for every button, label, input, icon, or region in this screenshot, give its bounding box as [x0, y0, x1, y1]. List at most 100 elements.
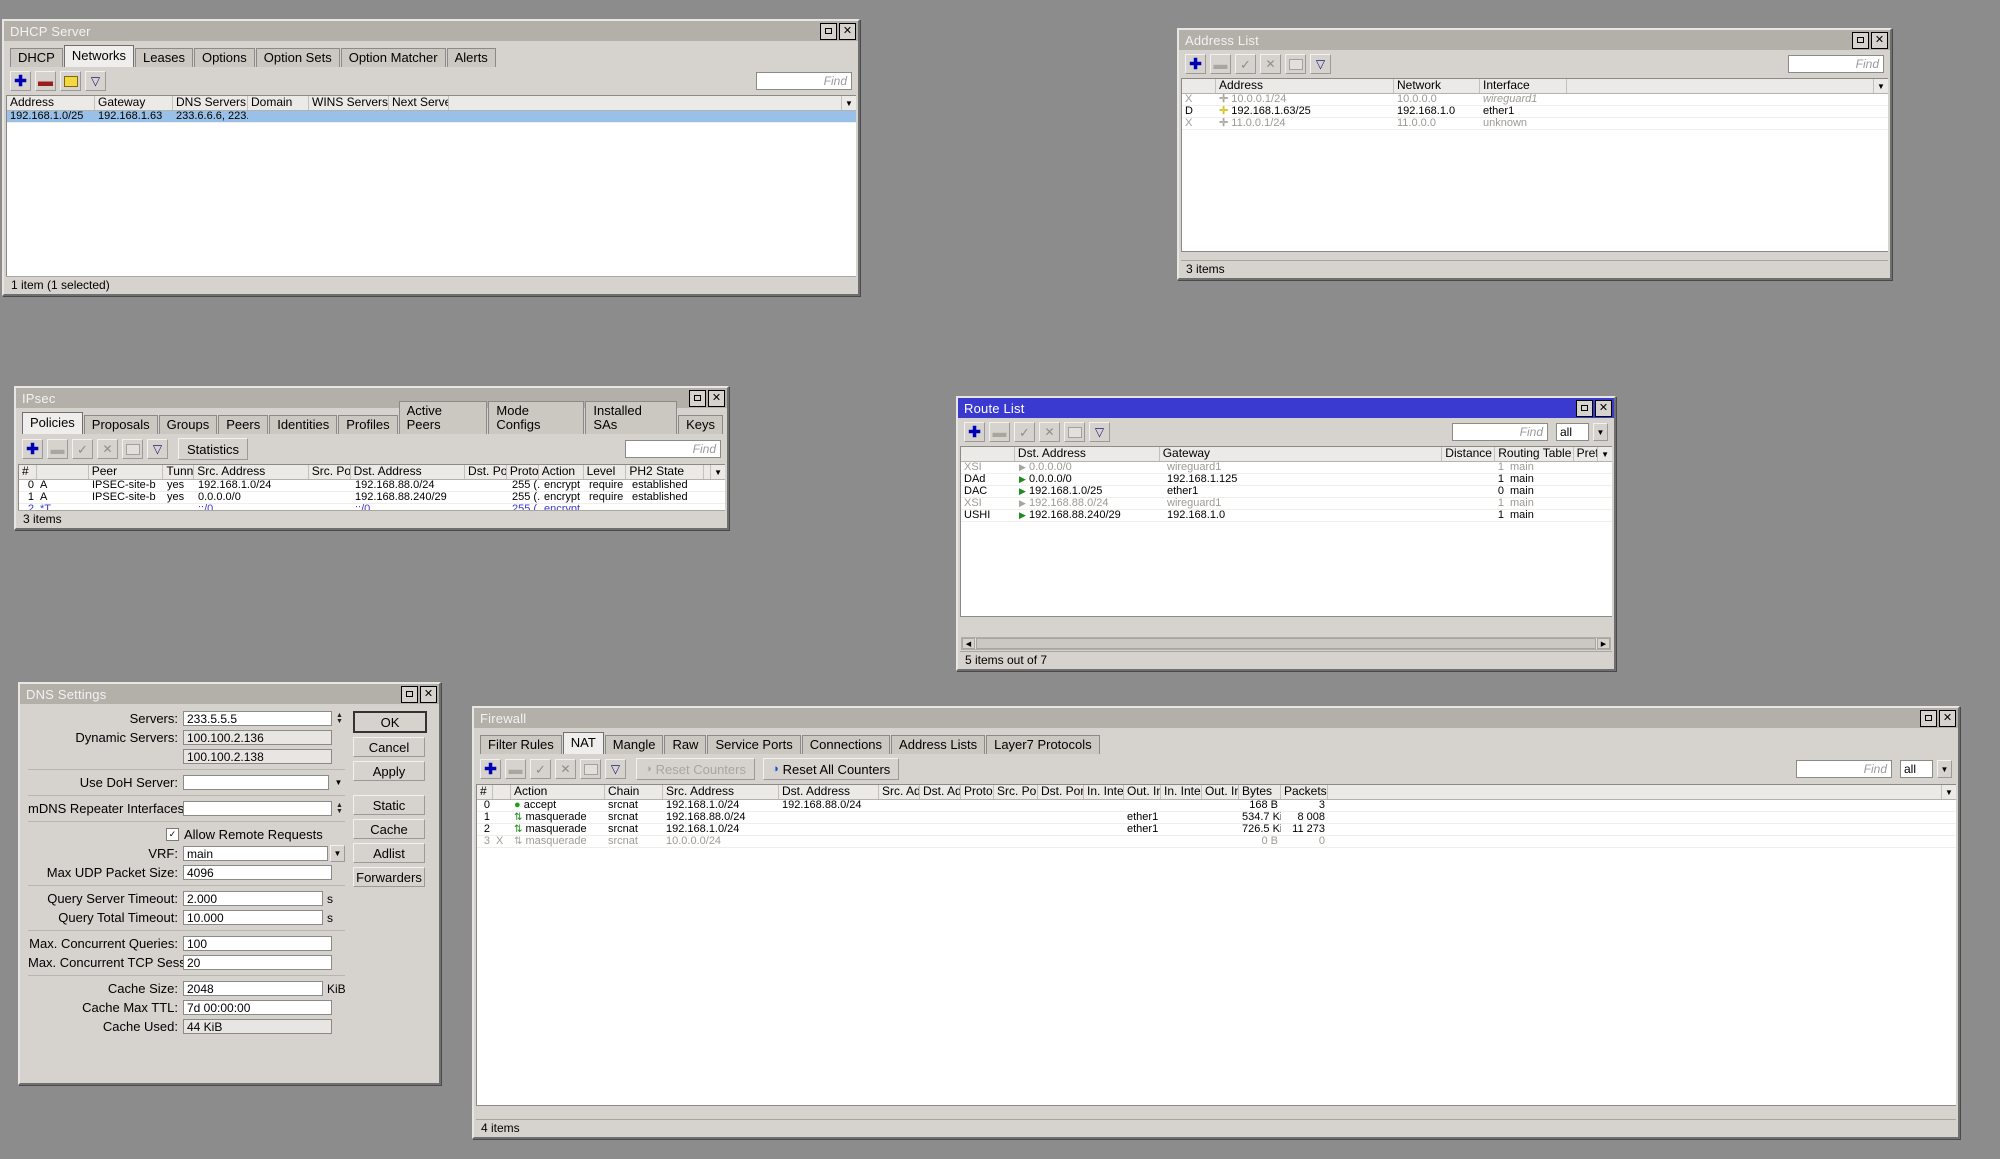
table-row[interactable]: D ✛ 192.168.1.63/25 192.168.1.0 ether1	[1182, 106, 1888, 118]
tab-raw[interactable]: Raw	[664, 735, 707, 755]
col-dst-address[interactable]: Dst. Address	[1015, 447, 1160, 461]
col-peer[interactable]: Peer	[89, 465, 164, 479]
col-tunnel[interactable]: Tunnel	[163, 465, 195, 479]
address-list-window[interactable]: Address List ✕ ✚ ▬ ✓ ✕ ▽ Find Address Ne…	[1177, 28, 1892, 280]
filter-button[interactable]: ▽	[1089, 422, 1110, 442]
col-network[interactable]: Network	[1394, 79, 1480, 93]
filter-button[interactable]: ▽	[147, 439, 168, 459]
firewall-toolbar[interactable]: ✚ ▬ ✓ ✕ ▽ ◑ Reset Counters ◑ Reset All C…	[474, 754, 1958, 784]
col-proto[interactable]: Proto...	[507, 465, 539, 479]
address-list-toolbar[interactable]: ✚ ▬ ✓ ✕ ▽ Find	[1179, 50, 1890, 78]
col-src-port[interactable]: Src. Port	[994, 785, 1038, 799]
tab-active-peers[interactable]: Active Peers	[398, 401, 488, 435]
tab-installed-sas[interactable]: Installed SAs	[585, 401, 678, 435]
filter-button[interactable]: ▽	[1310, 54, 1331, 74]
close-icon[interactable]: ✕	[839, 22, 856, 40]
maximize-icon[interactable]	[820, 22, 837, 40]
scroll-right-button[interactable]: ▶	[1597, 638, 1610, 649]
field-max-concurrent-tcp-sessions[interactable]: Max. Concurrent TCP Sessions: 20	[28, 954, 345, 971]
mdns-repeater-input[interactable]	[183, 801, 332, 816]
dhcp-networks-grid[interactable]: Address Gateway DNS Servers Domain WINS …	[6, 95, 856, 292]
col-domain[interactable]: Domain	[248, 96, 309, 110]
col-gateway[interactable]: Gateway	[1160, 447, 1443, 461]
cache-max-ttl-input[interactable]: 7d 00:00:00	[183, 1000, 332, 1015]
comment-button[interactable]	[580, 759, 601, 779]
close-icon[interactable]: ✕	[1595, 399, 1612, 417]
col-src-address[interactable]: Src. Address	[663, 785, 779, 799]
route-list-grid[interactable]: Dst. Address Gateway Distance Routing Ta…	[960, 446, 1612, 617]
query-server-timeout-input[interactable]: 2.000	[183, 891, 323, 906]
col-routing-table[interactable]: Routing Table	[1495, 447, 1574, 461]
route-list-titlebar[interactable]: Route List ✕	[958, 398, 1614, 418]
col-protocol[interactable]: Proto...	[961, 785, 994, 799]
comment-button[interactable]	[1285, 54, 1306, 74]
disable-button[interactable]: ✕	[1260, 54, 1281, 74]
col-dst-address[interactable]: Dst. Address	[779, 785, 879, 799]
tab-service-ports[interactable]: Service Ports	[707, 735, 801, 755]
table-row[interactable]: DAC ▶ 192.168.1.0/25 ether1 0 main	[961, 486, 1612, 498]
tab-layer7-protocols[interactable]: Layer7 Protocols	[986, 735, 1100, 755]
search-input[interactable]: Find	[756, 72, 852, 90]
table-row[interactable]: 3 X ⇅ masquerade srcnat 10.0.0.0/24 0 B …	[477, 836, 1956, 848]
col-dst-port[interactable]: Dst. Port	[465, 465, 507, 479]
servers-input[interactable]: 233.5.5.5	[183, 711, 332, 726]
table-row[interactable]: X ✛ 11.0.0.1/24 11.0.0.0 unknown	[1182, 118, 1888, 130]
dhcp-titlebar[interactable]: DHCP Server ✕	[4, 21, 858, 41]
table-row[interactable]: 1 A IPSEC-site-b yes 0.0.0.0/0 192.168.8…	[19, 492, 725, 504]
mdns-stepper[interactable]: ▲ ▼	[334, 801, 345, 816]
tab-mangle[interactable]: Mangle	[604, 735, 664, 755]
close-icon[interactable]: ✕	[420, 685, 437, 703]
field-cache-size[interactable]: Cache Size: 2048 KiB	[28, 980, 346, 997]
disable-button[interactable]: ✕	[555, 759, 576, 779]
chevron-down-icon[interactable]: ▼	[1593, 423, 1608, 441]
col-dst-port[interactable]: Dst. Port	[1038, 785, 1084, 799]
field-query-total-timeout[interactable]: Query Total Timeout: 10.000 s	[28, 909, 345, 926]
static-button[interactable]: Static	[353, 795, 425, 815]
tab-nat[interactable]: NAT	[562, 732, 604, 754]
firewall-titlebar[interactable]: Firewall ✕	[474, 708, 1958, 728]
cancel-button[interactable]: Cancel	[353, 737, 425, 757]
enable-button[interactable]: ✓	[1235, 54, 1256, 74]
add-button[interactable]: ✚	[1185, 54, 1206, 74]
add-button[interactable]: ✚	[964, 422, 985, 442]
cache-size-input[interactable]: 2048	[183, 981, 323, 996]
tab-networks[interactable]: Networks	[63, 45, 135, 67]
col-wins-servers[interactable]: WINS Servers	[309, 96, 389, 110]
table-row[interactable]: USHI ▶ 192.168.88.240/29 192.168.1.0 1 m…	[961, 510, 1612, 522]
scroll-left-button[interactable]: ◀	[962, 638, 975, 649]
table-row[interactable]: 1 ⇅ masquerade srcnat 192.168.88.0/24 et…	[477, 812, 1956, 824]
firewall-window-buttons[interactable]: ✕	[1920, 709, 1956, 727]
col-in-interface[interactable]: In. Inter...	[1084, 785, 1124, 799]
field-vrf[interactable]: VRF: main ▼	[28, 845, 345, 862]
col-pref[interactable]: Pref.	[1574, 447, 1599, 461]
remove-button[interactable]: ▬	[47, 439, 68, 459]
statistics-button[interactable]: Statistics	[178, 438, 249, 460]
col-distance[interactable]: Distance	[1442, 447, 1496, 461]
tab-peers[interactable]: Peers	[218, 415, 269, 435]
ipsec-toolbar[interactable]: ✚ ▬ ✓ ✕ ▽ Statistics Find	[16, 434, 727, 464]
maximize-icon[interactable]	[689, 389, 706, 407]
search-input[interactable]: Find	[1788, 55, 1884, 73]
col-src-addr-list[interactable]: Src. Ad...	[879, 785, 920, 799]
maximize-icon[interactable]	[401, 685, 418, 703]
field-servers[interactable]: Servers: 233.5.5.5 ▲ ▼	[28, 710, 345, 727]
col-ph2-state[interactable]: PH2 State	[626, 465, 705, 479]
maximize-icon[interactable]	[1852, 31, 1869, 49]
tab-identities[interactable]: Identities	[269, 415, 338, 435]
col-level[interactable]: Level	[584, 465, 627, 479]
tab-filter-rules[interactable]: Filter Rules	[480, 735, 562, 755]
chevron-down-icon[interactable]: ▼	[1937, 760, 1952, 778]
tab-connections[interactable]: Connections	[801, 735, 891, 755]
ipsec-window[interactable]: IPsec ✕ Policies Proposals Groups Peers …	[14, 386, 729, 530]
table-row[interactable]: 192.168.1.0/25 192.168.1.63 233.6.6.6, 2…	[7, 111, 856, 123]
maximize-icon[interactable]	[1576, 399, 1593, 417]
disable-button[interactable]: ✕	[97, 439, 118, 459]
add-button[interactable]: ✚	[480, 759, 501, 779]
reset-counters-button[interactable]: ◑ Reset Counters	[636, 758, 755, 780]
allow-remote-requests-checkbox[interactable]: ✓	[166, 828, 179, 841]
col-gateway[interactable]: Gateway	[95, 96, 173, 110]
address-list-window-buttons[interactable]: ✕	[1852, 31, 1888, 49]
adlist-button[interactable]: Adlist	[353, 843, 425, 863]
col-out-interface-list[interactable]: Out. Int...	[1202, 785, 1239, 799]
tab-option-sets[interactable]: Option Sets	[255, 48, 340, 68]
